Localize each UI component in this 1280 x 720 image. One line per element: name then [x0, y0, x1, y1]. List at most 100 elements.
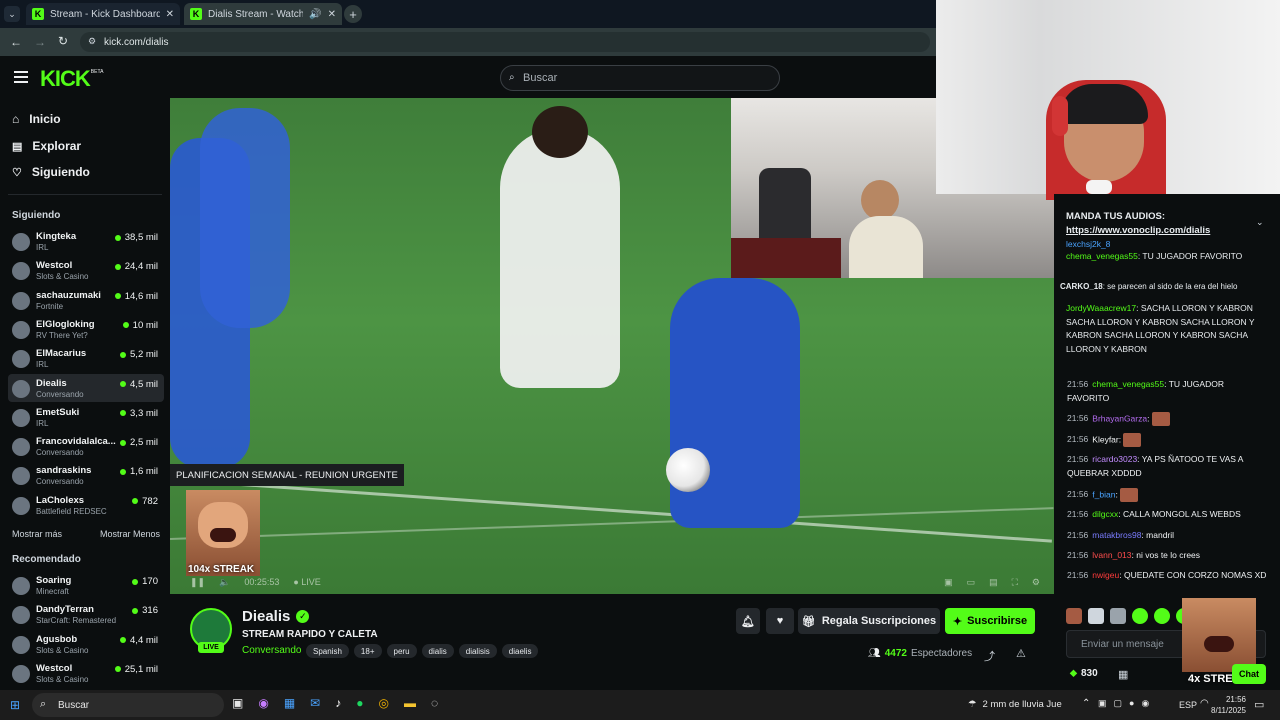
chat-user[interactable]: chema_venegas55	[1066, 251, 1138, 261]
back-icon[interactable]: ←	[10, 35, 22, 49]
chat-user[interactable]: f_bian	[1092, 489, 1115, 499]
clip-icon[interactable]: ▣	[944, 577, 953, 588]
chat-user[interactable]: matakbros98	[1092, 530, 1141, 540]
clock[interactable]: 21:56 8/11/2025	[1200, 694, 1246, 716]
mail-icon[interactable]: ✉	[310, 696, 320, 710]
chat-user[interactable]: dilgcxx	[1092, 509, 1118, 519]
site-info-icon[interactable]: ⚙	[88, 36, 96, 47]
tray-app-icon[interactable]: ▢	[1114, 698, 1123, 709]
chat-user[interactable]: nwigeu	[1092, 570, 1119, 580]
nav-explorar[interactable]: ▤ Explorar	[12, 136, 81, 156]
stream-category[interactable]: Conversando	[242, 645, 301, 656]
nav-siguiendo[interactable]: ♡ Siguiendo	[12, 162, 90, 182]
gift-icon[interactable]: ▦	[1118, 668, 1128, 681]
chevron-down-icon[interactable]: ⌄	[1256, 216, 1264, 230]
emote-icon[interactable]	[1088, 608, 1104, 624]
sidebar-channel-item[interactable]: LaCholexs Battlefield REDSEC 782	[8, 491, 164, 519]
chat-user[interactable]: BrhayanGarza	[1092, 413, 1147, 423]
stream-tag[interactable]: 18+	[353, 644, 382, 658]
chrome-icon[interactable]: ◎	[378, 696, 388, 710]
gift-icon: 🎁︎	[801, 615, 816, 628]
obs-icon[interactable]: ◌	[431, 696, 438, 710]
tray-app-icon[interactable]: ▣	[1098, 698, 1107, 709]
tab-dialis-stream[interactable]: K Dialis Stream - Watch Live 🔊 ✕	[184, 3, 342, 25]
report-icon[interactable]: ⚠	[1016, 647, 1026, 660]
nav-inicio[interactable]: ⌂ Inicio	[12, 109, 61, 129]
settings-icon[interactable]: ⚙	[1032, 577, 1040, 588]
notifications-icon[interactable]: ▭	[1254, 698, 1264, 711]
sidebar-channel-item[interactable]: Westcol Slots & Casino 24,4 mil	[8, 256, 164, 284]
sidebar-channel-item[interactable]: Francovidalalca... Conversando 2,5 mil	[8, 432, 164, 460]
chevron-up-icon[interactable]: ⌃	[1082, 698, 1090, 709]
language-indicator[interactable]: ESP	[1179, 700, 1197, 710]
sidebar-channel-item[interactable]: Soaring Minecraft 170	[8, 571, 164, 599]
stream-tag[interactable]: diaelis	[501, 644, 539, 658]
url-field[interactable]: ⚙ kick.com/dialis	[80, 32, 930, 52]
tab-list-button[interactable]: ⌄	[4, 6, 20, 22]
menu-icon[interactable]	[14, 71, 28, 83]
tiktok-icon[interactable]: ♪	[335, 696, 341, 710]
chat-user[interactable]: JordyWaaacrew17	[1066, 303, 1136, 313]
search-input[interactable]: ⌕ Buscar	[500, 65, 780, 91]
store-icon[interactable]: ▦	[284, 696, 295, 710]
share-icon[interactable]: ⤴	[984, 648, 995, 664]
spotify-icon[interactable]: ●	[356, 696, 363, 710]
chat-user[interactable]: CARKO_18	[1060, 282, 1103, 291]
sidebar-channel-item[interactable]: ElMacarius IRL 5,2 mil	[8, 344, 164, 372]
stream-tag[interactable]: Spanish	[306, 644, 349, 658]
close-icon[interactable]: ✕	[328, 9, 336, 20]
live-dot-icon	[114, 666, 121, 673]
volume-icon[interactable]: 🔈	[219, 577, 230, 588]
stream-tag[interactable]: dialis	[421, 644, 454, 658]
task-view-icon[interactable]: ▣	[232, 696, 243, 710]
tray-app-icon[interactable]: ◉	[1141, 698, 1149, 709]
channel-name[interactable]: Diealis	[242, 608, 290, 625]
pip-icon[interactable]: ▤	[989, 577, 998, 588]
chat-send-button[interactable]: Chat	[1232, 664, 1266, 684]
new-tab-button[interactable]: +	[344, 5, 362, 23]
sidebar-channel-item[interactable]: Agusbob Slots & Casino 4,4 mil	[8, 630, 164, 658]
taskbar-search[interactable]: ⌕ Buscar	[32, 693, 224, 717]
close-icon[interactable]: ✕	[166, 9, 174, 20]
sidebar-channel-item[interactable]: EmetSuki IRL 3,3 mil	[8, 403, 164, 431]
emote-icon[interactable]	[1132, 608, 1148, 624]
reload-icon[interactable]: ↻	[58, 34, 68, 48]
subscribe-button[interactable]: ✦ Suscribirse	[945, 608, 1035, 634]
sidebar-channel-item[interactable]: sandraskins Conversando 1,6 mil	[8, 461, 164, 489]
weather-widget[interactable]: ☂ 2 mm de lluvia Jue	[968, 699, 1062, 710]
stream-tag[interactable]: peru	[386, 644, 417, 658]
theater-icon[interactable]: ▭	[967, 577, 976, 588]
sidebar-channel-item[interactable]: DandyTerran StarCraft: Remastered 316	[8, 600, 164, 628]
sidebar-channel-item[interactable]: ElGlogloking RV There Yet? 10 mil	[8, 315, 164, 343]
mic-icon[interactable]: ●	[1129, 698, 1134, 709]
stream-tag[interactable]: dialisis	[458, 644, 497, 658]
gift-subs-button[interactable]: 🎁︎ Regala Suscripciones	[798, 608, 940, 634]
kick-logo[interactable]: KICK BETA	[40, 66, 103, 92]
forward-icon[interactable]: →	[34, 35, 46, 49]
live-dot-icon	[114, 234, 121, 241]
sidebar-channel-item[interactable]: Westcol Slots & Casino 25,1 mil	[8, 659, 164, 687]
sidebar-channel-item[interactable]: Diealis Conversando 4,5 mil	[8, 373, 164, 402]
speaker-icon[interactable]: 🔊	[309, 9, 321, 20]
pause-icon[interactable]: ❚❚	[190, 577, 205, 588]
emote-icon[interactable]	[1110, 608, 1126, 624]
chat-user[interactable]: chema_venegas55	[1092, 379, 1164, 389]
file-explorer-icon[interactable]: ▬	[404, 696, 416, 710]
copilot-icon[interactable]: ◉	[258, 696, 268, 710]
windows-start-icon[interactable]: ⊞	[10, 698, 20, 712]
emote-icon[interactable]	[1066, 608, 1082, 624]
tab-kick-dashboard[interactable]: K Stream - Kick Dashboard ✕	[26, 3, 180, 25]
follow-heart-button[interactable]: ♥	[766, 608, 794, 634]
chat-user[interactable]: Kleyfar	[1092, 434, 1118, 444]
chat-user[interactable]: lvann_013	[1092, 550, 1131, 560]
sidebar-channel-item[interactable]: Kingteka IRL 38,5 mil	[8, 227, 164, 255]
notification-bell-button[interactable]: 🔔︎	[736, 608, 760, 634]
show-less-link[interactable]: Mostrar Menos	[100, 529, 160, 539]
show-more-link[interactable]: Mostrar más	[12, 529, 62, 539]
emote-icon[interactable]	[1154, 608, 1170, 624]
sidebar-channel-item[interactable]: sachauzumaki Fortnite 14,6 mil	[8, 286, 164, 314]
chat-overlay-link[interactable]: https://www.vonoclip.com/dialis	[1066, 224, 1210, 238]
fullscreen-icon[interactable]: ⛶	[1012, 577, 1018, 588]
points-display[interactable]: ⬥ 830	[1070, 668, 1098, 679]
chat-user[interactable]: ricardo3023	[1092, 454, 1137, 464]
